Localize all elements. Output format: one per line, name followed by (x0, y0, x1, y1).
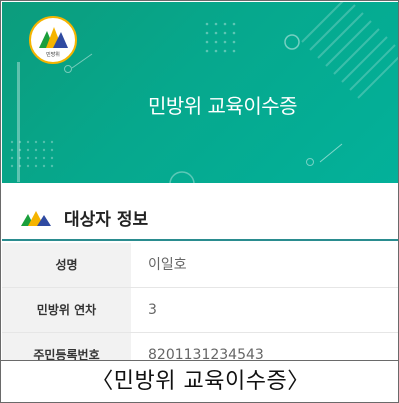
row-label-year: 민방위 연차 (2, 288, 131, 332)
table-row: 민방위 연차 3 (2, 288, 398, 333)
header-banner: 민방위 민방위 교육이수증 (2, 2, 398, 183)
page-title: 민방위 교육이수증 (147, 94, 298, 118)
image-caption: 〈민방위 교육이수증〉 (1, 360, 398, 402)
mountain-logo-icon: 민방위 (39, 27, 68, 58)
section-title: 대상자 정보 (64, 210, 149, 230)
logo-badge: 민방위 (29, 16, 77, 64)
mountain-icon (21, 211, 51, 226)
logo-text: 민방위 (46, 51, 60, 58)
table-row: 성명 이일호 (2, 243, 398, 288)
certificate-screen: 민방위 민방위 교육이수증 대상자 정보 성명 이일호 민방위 연차 3 주민등… (0, 0, 399, 403)
section-header: 대상자 정보 (2, 196, 398, 241)
row-label-name: 성명 (2, 243, 131, 287)
info-table: 성명 이일호 민방위 연차 3 주민등록번호 8201131234543 (2, 243, 398, 378)
row-value-name: 이일호 (148, 257, 187, 273)
row-value-year: 3 (148, 302, 157, 318)
scroll-indicator (17, 62, 20, 182)
